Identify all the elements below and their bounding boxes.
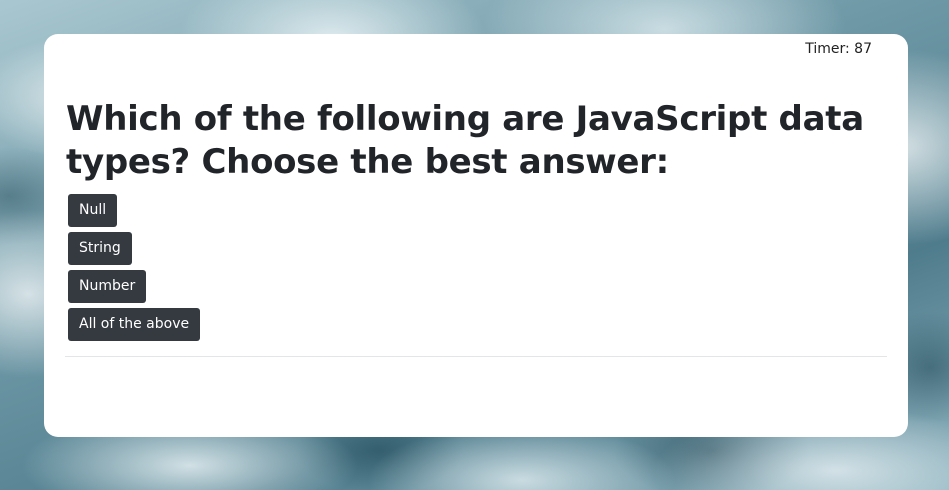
answer-list: Null String Number All of the above (68, 194, 201, 346)
answer-button-all-of-the-above[interactable]: All of the above (68, 308, 201, 341)
answer-button-number[interactable]: Number (68, 270, 147, 303)
answer-button-null[interactable]: Null (68, 194, 118, 227)
quiz-card: Timer: 87 Which of the following are Jav… (44, 34, 908, 437)
divider (65, 356, 887, 357)
timer-display: Timer: 87 (805, 41, 872, 57)
answer-button-string[interactable]: String (68, 232, 132, 265)
page-background: { "quiz": { "timer": "Timer: 87", "quest… (0, 0, 949, 490)
question-heading: Which of the following are JavaScript da… (66, 99, 864, 182)
